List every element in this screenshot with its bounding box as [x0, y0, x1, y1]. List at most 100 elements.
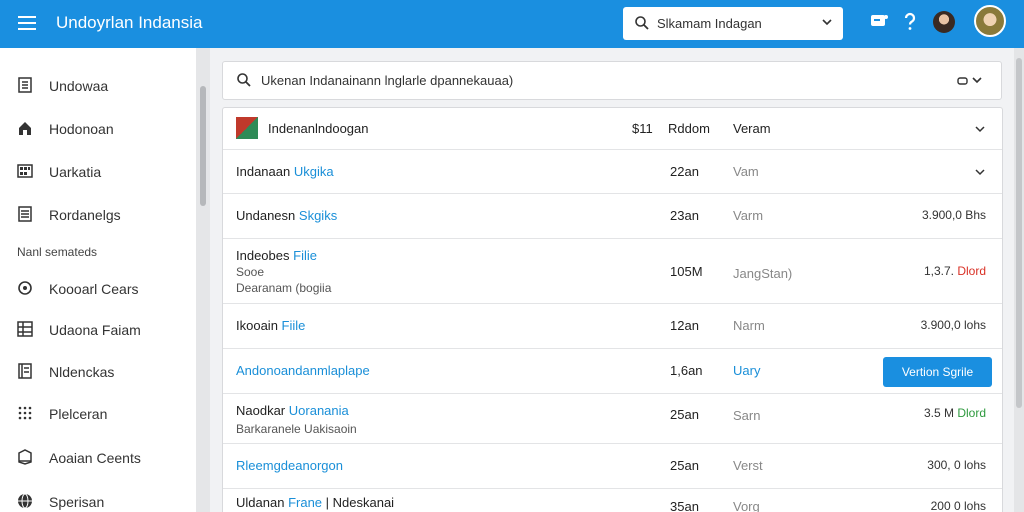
header-col-3: Veram	[733, 121, 771, 136]
sidebar-item-label: Plelceran	[49, 406, 108, 422]
row-amount: 3.900,0 lohs	[920, 318, 986, 332]
row-size: 35an	[670, 499, 699, 512]
sidebar-section-title: Nanl semateds	[17, 245, 98, 259]
sidebar-item-label: Aoaian Ceents	[49, 450, 141, 466]
sidebar-item-6[interactable]: Nldenckas	[0, 356, 196, 386]
sidebar-item-label: Sperisan	[49, 494, 105, 510]
row-type: Narm	[733, 318, 765, 333]
table-row[interactable]: Indeobes Filie Sooe Dearanam (bogiia 105…	[223, 239, 1002, 304]
table-row[interactable]: Andonoandanmlaplape 1,6an Uary Vertion S…	[223, 349, 1002, 394]
chevron-down-icon[interactable]	[974, 123, 986, 135]
sidebar-item-7[interactable]: Plelceran	[0, 398, 196, 428]
sidebar-scroll-thumb[interactable]	[200, 86, 206, 206]
row-subtitle: Sooe	[236, 265, 265, 279]
chevron-down-icon[interactable]	[974, 166, 986, 178]
book-icon	[18, 363, 32, 379]
header-col-1: $11	[632, 121, 653, 136]
row-link[interactable]: Fiile	[282, 318, 306, 333]
row-link[interactable]: Frane	[288, 495, 322, 510]
main-search-bar[interactable]: Ukenan Indanainann lnglarle dpannekauaa)	[222, 61, 1002, 100]
row-size: 23an	[670, 208, 699, 223]
row-name: Naodkar Uoranania	[236, 403, 349, 418]
row-name: Undanesn Skgiks	[236, 208, 338, 223]
table-row[interactable]: Undanesn Skgiks 23an Varm 3.900,0 Bhs	[223, 194, 1002, 239]
row-link[interactable]: Filie	[293, 248, 317, 263]
sidebar: Undowaa Hodonoan Uarkatia Rordanelgs Nan…	[0, 48, 196, 512]
message-icon[interactable]	[870, 14, 888, 30]
row-type: Verst	[733, 458, 763, 473]
sidebar-item-label: Nldenckas	[49, 364, 115, 380]
row-name: Ikooain Fiile	[236, 318, 306, 333]
sidebar-item-3[interactable]: Rordanelgs	[0, 199, 196, 229]
table-row[interactable]: Uldanan Frane | Ndeskanai 35an Vorg 200 …	[223, 489, 1002, 512]
row-type: Varm	[733, 208, 764, 223]
sidebar-item-1[interactable]: Hodonoan	[0, 113, 196, 143]
sidebar-item-4[interactable]: Koooarl Cears	[0, 273, 196, 303]
row-name: Uldanan Frane | Ndeskanai	[236, 495, 395, 510]
dots-icon	[18, 406, 32, 420]
sidebar-scrollbar[interactable]	[196, 48, 210, 512]
sidebar-item-label: Udaona Faiam	[49, 322, 141, 338]
thumbnail	[236, 117, 258, 139]
row-link[interactable]: Skgiks	[299, 208, 337, 223]
main-scrollbar[interactable]	[1014, 48, 1024, 512]
header-search-value: Slkamam Indagan	[657, 16, 762, 31]
avatar[interactable]	[933, 11, 955, 33]
row-name: Andonoandanmlaplape	[236, 363, 370, 378]
app-title: Undoyrlan Indansia	[56, 13, 203, 32]
sidebar-item-0[interactable]: Undowaa	[0, 70, 196, 100]
row-type: Uary	[733, 363, 761, 378]
circle-icon	[18, 281, 32, 295]
list-header-row[interactable]: Indenanlndoogan $11 Rddom Veram	[223, 108, 1002, 150]
row-type: JangStan)	[733, 266, 793, 281]
table-row[interactable]: Naodkar Uoranania Barkaranele Uakisaoin …	[223, 394, 1002, 444]
sidebar-item-label: Undowaa	[49, 78, 109, 94]
row-size: 105M	[670, 264, 703, 279]
status-badge: Dlord	[957, 264, 986, 278]
row-type: Vorg	[733, 499, 760, 512]
row-name: Rleemgdeanorgon	[236, 458, 343, 473]
sidebar-item-label: Uarkatia	[49, 164, 102, 180]
row-amount: 3.5 M Dlord	[923, 406, 986, 420]
table-row[interactable]: Indanaan Ukgika 22an Vam	[223, 150, 1002, 194]
table-row[interactable]: Rleemgdeanorgon 25an Verst 300, 0 lohs	[223, 444, 1002, 489]
row-subtitle-2: Dearanam (bogiia	[236, 281, 332, 295]
grid-icon	[17, 164, 33, 178]
main-search-value: Ukenan Indanainann lnglarle dpannekauaa)	[261, 73, 514, 88]
row-link[interactable]: Uoranania	[289, 403, 349, 418]
sidebar-item-9[interactable]: Sperisan	[0, 486, 196, 512]
row-subtitle: Barkaranele Uakisaoin	[236, 422, 357, 436]
chevron-down-icon	[822, 19, 832, 26]
search-icon	[635, 16, 649, 30]
sidebar-item-2[interactable]: Uarkatia	[0, 156, 196, 186]
home-icon	[19, 122, 31, 135]
header-col-2: Rddom	[668, 121, 710, 136]
row-size: 25an	[670, 458, 699, 473]
row-link[interactable]: Ukgika	[294, 164, 334, 179]
row-name: Indanaan Ukgika	[236, 164, 334, 179]
sidebar-item-5[interactable]: Udaona Faiam	[0, 314, 196, 344]
box-icon	[18, 449, 32, 465]
sidebar-item-label: Hodonoan	[49, 121, 114, 137]
sidebar-item-label: Koooarl Cears	[49, 281, 139, 297]
row-size: 25an	[670, 407, 699, 422]
menu-icon[interactable]	[18, 15, 36, 31]
top-bar: Undoyrlan Indansia Slkamam Indagan	[0, 0, 1024, 48]
row-link[interactable]: Andonoandanmlaplape	[236, 363, 370, 378]
row-size: 1,6an	[670, 363, 703, 378]
row-link[interactable]: Rleemgdeanorgon	[236, 458, 343, 473]
file-list: Indenanlndoogan $11 Rddom Veram Indanaan…	[222, 107, 1003, 512]
user-avatar[interactable]	[974, 5, 1006, 37]
table-row[interactable]: Ikooain Fiile 12an Narm 3.900,0 lohs	[223, 304, 1002, 349]
header-search-dropdown[interactable]: Slkamam Indagan	[623, 7, 843, 40]
row-size: 12an	[670, 318, 699, 333]
version-button[interactable]: Vertion Sgrile	[883, 357, 992, 387]
document-icon	[18, 77, 32, 93]
help-icon[interactable]	[902, 12, 918, 32]
row-amount: 1,3.7. Dlord	[923, 264, 986, 278]
filter-dropdown-icon[interactable]	[957, 75, 987, 87]
row-amount: 300, 0 lohs	[927, 458, 986, 472]
sidebar-item-8[interactable]: Aoaian Ceents	[0, 442, 196, 472]
status-badge: Dlord	[957, 406, 986, 420]
main-scroll-thumb[interactable]	[1016, 58, 1022, 408]
